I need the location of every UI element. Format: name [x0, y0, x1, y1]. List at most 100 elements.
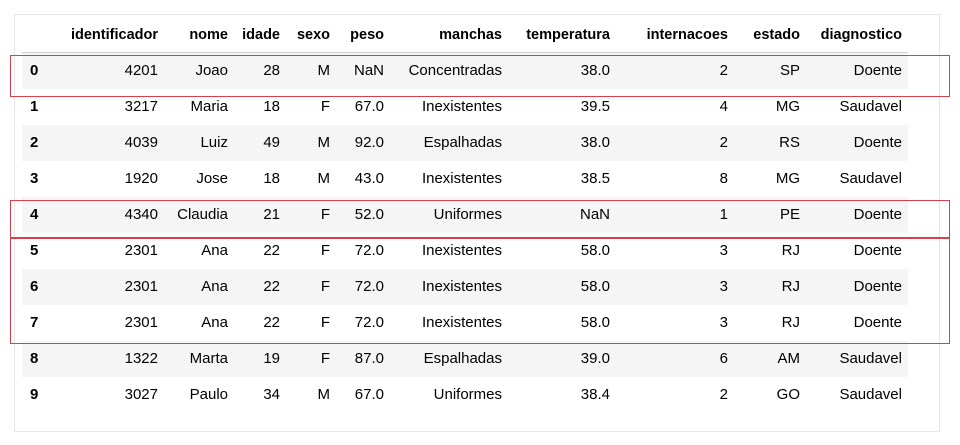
- cell-identificador: 2301: [124, 242, 158, 259]
- cell-diagnostico: Doente: [853, 314, 902, 331]
- cell-diagnostico: Saudavel: [839, 350, 902, 367]
- cell-temperatura: 38.5: [580, 170, 610, 187]
- cell-manchas: Concentradas: [408, 62, 502, 79]
- cell-idade: 21: [263, 206, 280, 223]
- cell-internacoes: 1: [719, 206, 728, 223]
- cell-temperatura: 58.0: [580, 278, 610, 295]
- header-row: identificador nome idade sexo peso manch…: [22, 18, 908, 53]
- table-row: 3 1920 Jose 18 M 43.0 Inexistentes 38.5 …: [22, 161, 908, 197]
- cell-peso: 72.0: [354, 278, 384, 295]
- cell-internacoes: 4: [719, 98, 728, 115]
- cell-internacoes: 2: [719, 62, 728, 79]
- column-header-identificador: identificador: [56, 18, 164, 53]
- cell-peso: NaN: [353, 62, 384, 79]
- cell-manchas: Inexistentes: [421, 242, 502, 259]
- cell-nome: Luiz: [200, 134, 228, 151]
- cell-identificador: 2301: [124, 314, 158, 331]
- table-row: 1 3217 Maria 18 F 67.0 Inexistentes 39.5…: [22, 89, 908, 125]
- cell-peso: 52.0: [354, 206, 384, 223]
- cell-diagnostico: Saudavel: [839, 170, 902, 187]
- cell-idade: 28: [263, 62, 280, 79]
- row-index: 3: [30, 170, 39, 187]
- cell-nome: Marta: [189, 350, 228, 367]
- cell-peso: 67.0: [354, 386, 384, 403]
- cell-estado: GO: [776, 386, 800, 403]
- row-index: 2: [30, 134, 39, 151]
- cell-sexo: F: [320, 206, 330, 223]
- cell-sexo: F: [320, 278, 330, 295]
- cell-estado: RJ: [781, 242, 800, 259]
- cell-manchas: Uniformes: [433, 206, 502, 223]
- column-header-temperatura: temperatura: [508, 18, 616, 53]
- cell-manchas: Espalhadas: [423, 350, 502, 367]
- table-row: 5 2301 Ana 22 F 72.0 Inexistentes 58.0 3…: [22, 233, 908, 269]
- cell-sexo: M: [317, 134, 331, 151]
- cell-idade: 19: [263, 350, 280, 367]
- cell-internacoes: 3: [719, 242, 728, 259]
- cell-idade: 18: [263, 170, 280, 187]
- cell-nome: Claudia: [177, 206, 228, 223]
- cell-diagnostico: Saudavel: [839, 386, 902, 403]
- cell-estado: RJ: [781, 278, 800, 295]
- cell-internacoes: 2: [719, 134, 728, 151]
- cell-estado: SP: [779, 62, 800, 79]
- cell-temperatura: NaN: [579, 206, 610, 223]
- cell-internacoes: 3: [719, 314, 728, 331]
- table-row: 7 2301 Ana 22 F 72.0 Inexistentes 58.0 3…: [22, 305, 908, 341]
- cell-nome: Ana: [201, 278, 228, 295]
- cell-diagnostico: Doente: [853, 242, 902, 259]
- cell-estado: RS: [779, 134, 800, 151]
- column-header-diagnostico: diagnostico: [806, 18, 908, 53]
- cell-nome: Ana: [201, 242, 228, 259]
- row-index: 0: [30, 62, 39, 79]
- dataframe-table: identificador nome idade sexo peso manch…: [22, 18, 908, 413]
- cell-sexo: F: [320, 350, 330, 367]
- cell-diagnostico: Doente: [853, 206, 902, 223]
- cell-nome: Jose: [196, 170, 228, 187]
- cell-sexo: M: [317, 386, 331, 403]
- cell-nome: Paulo: [189, 386, 228, 403]
- column-header-estado: estado: [734, 18, 806, 53]
- cell-nome: Ana: [201, 314, 228, 331]
- cell-estado: RJ: [781, 314, 800, 331]
- cell-temperatura: 58.0: [580, 242, 610, 259]
- cell-manchas: Uniformes: [433, 386, 502, 403]
- table-row: 6 2301 Ana 22 F 72.0 Inexistentes 58.0 3…: [22, 269, 908, 305]
- cell-identificador: 3027: [124, 386, 158, 403]
- row-index: 7: [30, 314, 39, 331]
- cell-nome: Joao: [195, 62, 228, 79]
- cell-estado: MG: [775, 170, 800, 187]
- cell-peso: 87.0: [354, 350, 384, 367]
- column-header-idade: idade: [234, 18, 286, 53]
- cell-diagnostico: Doente: [853, 62, 902, 79]
- column-header-manchas: manchas: [390, 18, 508, 53]
- cell-manchas: Inexistentes: [421, 98, 502, 115]
- cell-temperatura: 39.5: [580, 98, 610, 115]
- cell-identificador: 4340: [124, 206, 158, 223]
- cell-temperatura: 58.0: [580, 314, 610, 331]
- cell-idade: 22: [263, 314, 280, 331]
- cell-peso: 92.0: [354, 134, 384, 151]
- cell-temperatura: 38.0: [580, 134, 610, 151]
- cell-diagnostico: Doente: [853, 134, 902, 151]
- cell-diagnostico: Doente: [853, 278, 902, 295]
- cell-manchas: Inexistentes: [421, 278, 502, 295]
- row-index: 6: [30, 278, 39, 295]
- cell-sexo: F: [320, 314, 330, 331]
- row-index: 4: [30, 206, 39, 223]
- cell-diagnostico: Saudavel: [839, 98, 902, 115]
- cell-sexo: F: [320, 242, 330, 259]
- cell-sexo: M: [317, 170, 331, 187]
- cell-identificador: 1920: [124, 170, 158, 187]
- cell-temperatura: 39.0: [580, 350, 610, 367]
- cell-peso: 72.0: [354, 242, 384, 259]
- cell-idade: 22: [263, 278, 280, 295]
- cell-manchas: Espalhadas: [423, 134, 502, 151]
- row-index: 8: [30, 350, 39, 367]
- cell-idade: 34: [263, 386, 280, 403]
- table-header: identificador nome idade sexo peso manch…: [22, 18, 908, 53]
- cell-identificador: 4201: [124, 62, 158, 79]
- cell-internacoes: 6: [719, 350, 728, 367]
- row-index: 9: [30, 386, 39, 403]
- table-row: 0 4201 Joao 28 M NaN Concentradas 38.0 2…: [22, 52, 908, 89]
